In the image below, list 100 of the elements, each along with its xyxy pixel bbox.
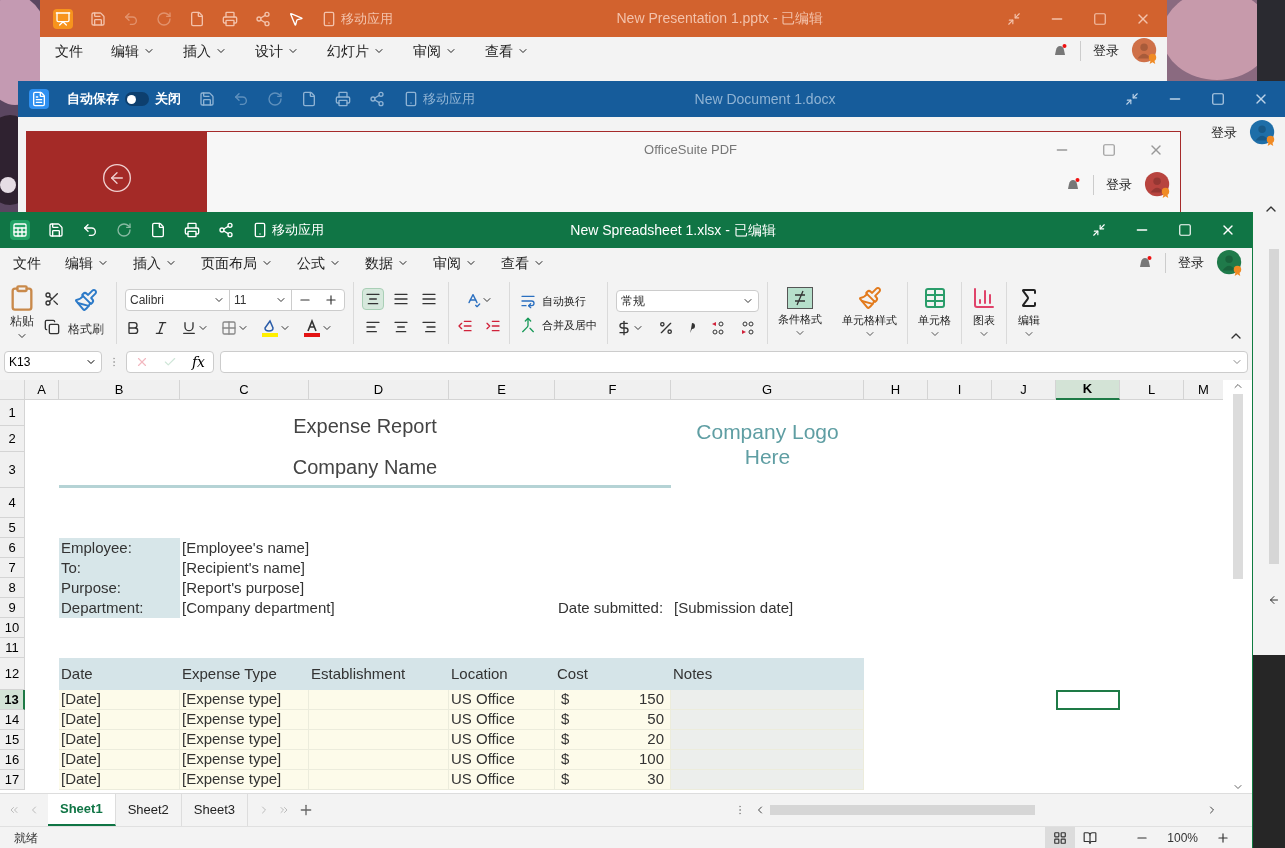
- page-layout-icon[interactable]: [1083, 830, 1098, 845]
- conditional-format-button[interactable]: 条件格式: [768, 278, 832, 348]
- row-header[interactable]: 4: [0, 488, 25, 518]
- paintbrush-icon[interactable]: [857, 285, 882, 310]
- menu-item[interactable]: 数据: [365, 252, 409, 274]
- row-header[interactable]: 2: [0, 426, 25, 452]
- scrollbar-thumb[interactable]: [1232, 394, 1243, 579]
- underline-button[interactable]: [181, 320, 209, 336]
- wrap-text-button[interactable]: 自动换行: [520, 292, 597, 309]
- format-painter-button[interactable]: 格式刷: [68, 288, 104, 338]
- arrow-left-icon[interactable]: [1268, 594, 1280, 606]
- menu-item[interactable]: 设计: [255, 40, 299, 62]
- dollar-icon[interactable]: [616, 320, 632, 336]
- font-color-button[interactable]: [303, 319, 333, 337]
- row-header[interactable]: 12: [0, 658, 25, 690]
- underline-icon[interactable]: [181, 320, 197, 336]
- maximize-icon[interactable]: [1102, 143, 1116, 157]
- avatar-icon[interactable]: [1144, 171, 1172, 199]
- share-icon[interactable]: [369, 91, 385, 107]
- row-header[interactable]: 7: [0, 558, 25, 578]
- scrollbar[interactable]: [1269, 249, 1279, 564]
- new-file-icon[interactable]: [150, 222, 166, 238]
- column-header[interactable]: L: [1120, 380, 1184, 400]
- row-header[interactable]: 6: [0, 538, 25, 558]
- cell-styles-button[interactable]: 单元格样式: [832, 278, 907, 348]
- save-icon[interactable]: [199, 91, 215, 107]
- italic-icon[interactable]: [153, 320, 169, 336]
- merge-center-button[interactable]: 合并及居中: [520, 317, 597, 334]
- row-header[interactable]: 9: [0, 598, 25, 618]
- font-dropdown[interactable]: Calibri: [126, 290, 230, 310]
- table-icon[interactable]: [922, 285, 947, 310]
- row-header[interactable]: 10: [0, 618, 25, 638]
- menu-item[interactable]: 审阅: [433, 252, 477, 274]
- phone-icon[interactable]: [321, 10, 337, 27]
- align-top-icon[interactable]: [393, 291, 409, 307]
- maximize-icon[interactable]: [1093, 11, 1107, 26]
- column-header[interactable]: E: [449, 380, 555, 400]
- menu-item[interactable]: 编辑: [111, 40, 155, 62]
- align-left-icon[interactable]: [365, 319, 381, 335]
- text-orientation-icon[interactable]: [465, 292, 481, 308]
- share-icon[interactable]: [218, 222, 234, 238]
- increase-decimal-icon[interactable]: [710, 320, 726, 336]
- column-header[interactable]: C: [180, 380, 309, 400]
- fullscreen-icon[interactable]: [1092, 223, 1106, 237]
- sheet-tab[interactable]: Sheet2: [115, 794, 182, 826]
- presentation-app-icon[interactable]: [53, 8, 73, 29]
- phone-icon[interactable]: [252, 222, 268, 238]
- login-link[interactable]: 登录: [1211, 123, 1237, 143]
- login-link[interactable]: 登录: [1093, 41, 1119, 61]
- row-header[interactable]: 11: [0, 638, 25, 658]
- currency-button[interactable]: [616, 320, 644, 336]
- print-icon[interactable]: [184, 222, 200, 238]
- back-icon[interactable]: [101, 162, 133, 194]
- menu-item[interactable]: 页面布局: [201, 252, 273, 274]
- share-icon[interactable]: [255, 10, 271, 27]
- number-format-dropdown[interactable]: 常规: [616, 290, 759, 312]
- merge-icon[interactable]: [520, 317, 536, 334]
- document-app-icon[interactable]: [29, 89, 49, 109]
- function-button[interactable]: fx: [191, 351, 205, 373]
- not-equal-icon[interactable]: [787, 286, 813, 309]
- row-header[interactable]: 8: [0, 578, 25, 598]
- fullscreen-icon[interactable]: [1125, 92, 1139, 106]
- first-sheet-icon[interactable]: [8, 804, 20, 816]
- scrollbar-thumb[interactable]: [770, 805, 1035, 815]
- row-header[interactable]: 17: [0, 770, 25, 790]
- login-link[interactable]: 登录: [1106, 175, 1132, 195]
- avatar-icon[interactable]: [1216, 249, 1244, 277]
- new-file-icon[interactable]: [189, 10, 205, 27]
- editing-button[interactable]: 编辑: [1007, 278, 1051, 348]
- percent-icon[interactable]: [658, 320, 674, 336]
- plus-icon[interactable]: [324, 293, 338, 307]
- redo-icon[interactable]: [267, 91, 283, 107]
- autosave-toggle[interactable]: [125, 92, 149, 106]
- borders-button[interactable]: [221, 320, 249, 336]
- copy-icon[interactable]: [44, 319, 60, 335]
- column-header[interactable]: H: [864, 380, 928, 400]
- fullscreen-icon[interactable]: [1007, 11, 1021, 26]
- print-icon[interactable]: [222, 10, 238, 27]
- row-header[interactable]: 1: [0, 400, 25, 426]
- mobile-app-button[interactable]: 移动应用: [252, 220, 324, 240]
- row-header[interactable]: 3: [0, 452, 25, 488]
- column-header[interactable]: F: [555, 380, 671, 400]
- sheet-tab[interactable]: Sheet3: [181, 794, 249, 826]
- font-size-dropdown[interactable]: 11: [230, 290, 292, 310]
- decrease-decimal-icon[interactable]: [740, 320, 756, 336]
- normal-view-button[interactable]: [1045, 827, 1076, 848]
- row-header[interactable]: 5: [0, 518, 25, 538]
- spreadsheet-app-icon[interactable]: [10, 220, 30, 240]
- undo-icon[interactable]: [82, 222, 98, 238]
- font-color-icon[interactable]: [303, 319, 321, 337]
- selected-cell[interactable]: [1056, 690, 1120, 710]
- cancel-icon[interactable]: [135, 355, 149, 369]
- print-icon[interactable]: [335, 91, 351, 107]
- new-file-icon[interactable]: [301, 91, 317, 107]
- sheet-tab[interactable]: Sheet1: [48, 794, 116, 826]
- column-header[interactable]: B: [59, 380, 180, 400]
- decrease-indent-icon[interactable]: [457, 318, 473, 334]
- paste-button[interactable]: 粘贴: [8, 284, 36, 342]
- menu-item[interactable]: 插入: [183, 40, 227, 62]
- align-center-icon[interactable]: [393, 319, 409, 335]
